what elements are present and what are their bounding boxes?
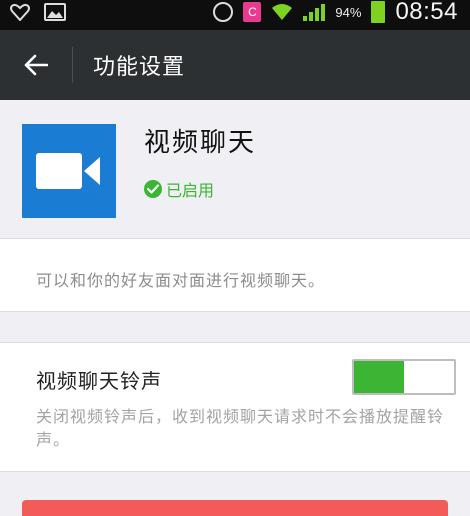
status-clock: 08:54 bbox=[395, 0, 458, 25]
feature-header: 视频聊天 已启用 bbox=[0, 100, 470, 238]
status-left-icons bbox=[10, 3, 66, 21]
signal-icon bbox=[303, 3, 326, 21]
heart-outline-icon bbox=[10, 3, 30, 21]
enabled-status-label: 已启用 bbox=[166, 181, 215, 200]
app-badge-icon: C bbox=[243, 2, 262, 22]
feature-name: 视频聊天 bbox=[144, 128, 257, 158]
gallery-icon bbox=[44, 3, 66, 21]
back-button[interactable] bbox=[0, 30, 72, 100]
page-title: 功能设置 bbox=[93, 55, 186, 80]
battery-icon bbox=[371, 1, 386, 23]
status-bar: C 94% 08:54 bbox=[0, 0, 470, 30]
action-bar: 功能设置 bbox=[0, 30, 470, 100]
feature-description: 可以和你的好友面对面进行视频聊天。 bbox=[36, 271, 326, 290]
feature-description-card: 可以和你的好友面对面进行视频聊天。 bbox=[0, 238, 470, 312]
wifi-icon bbox=[272, 4, 293, 20]
ringtone-title: 视频聊天铃声 bbox=[36, 369, 162, 393]
enabled-status: 已启用 bbox=[144, 177, 214, 201]
video-camera-icon bbox=[22, 124, 116, 218]
ringtone-toggle[interactable] bbox=[352, 359, 456, 395]
ringtone-description: 关闭视频铃声后，收到视频聊天请求时不会播放提醒铃声。 bbox=[36, 407, 445, 449]
action-bar-divider bbox=[72, 47, 73, 83]
ringtone-setting: 视频聊天铃声 关闭视频铃声后，收到视频聊天请求时不会播放提醒铃声。 bbox=[0, 342, 470, 472]
status-right-icons: C 94% 08:54 bbox=[213, 0, 458, 26]
alarm-icon bbox=[213, 2, 234, 22]
disable-feature-button[interactable] bbox=[22, 500, 448, 516]
toggle-fill bbox=[354, 361, 404, 393]
arrow-left-icon bbox=[24, 54, 48, 76]
battery-percent: 94% bbox=[335, 4, 362, 20]
toggle-knob bbox=[404, 363, 412, 391]
check-circle-icon bbox=[144, 180, 162, 198]
